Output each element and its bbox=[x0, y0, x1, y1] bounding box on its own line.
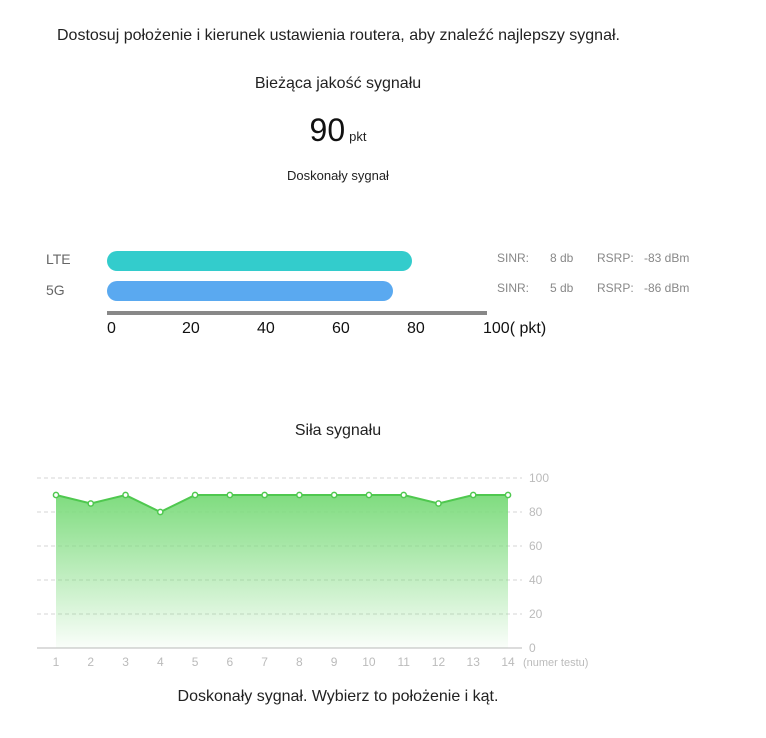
x-tick-label: 5 bbox=[192, 655, 199, 669]
lte-signal-bar bbox=[107, 251, 412, 271]
lte-sinr-label: SINR: bbox=[497, 251, 530, 265]
5g-rsrp-label: RSRP: bbox=[597, 281, 634, 295]
y-tick-label: 20 bbox=[529, 607, 543, 621]
y-tick-label: 0 bbox=[529, 641, 536, 655]
x-tick-label: 11 bbox=[397, 655, 410, 669]
signal-data-point bbox=[226, 491, 234, 499]
signal-area-fill bbox=[56, 495, 508, 648]
5g-signal-bar bbox=[107, 281, 393, 301]
bar-axis-line bbox=[107, 311, 487, 315]
signal-data-point bbox=[469, 491, 477, 499]
signal-data-point bbox=[191, 491, 199, 499]
signal-data-point bbox=[330, 491, 338, 499]
x-axis-label: (numer testu) bbox=[523, 657, 588, 669]
x-tick-label: 4 bbox=[157, 655, 164, 669]
signal-data-point bbox=[52, 491, 60, 499]
signal-score-value: 90 bbox=[309, 112, 346, 148]
x-tick-label: 6 bbox=[227, 655, 234, 669]
5g-rsrp-value: -86 dBm bbox=[644, 281, 690, 295]
x-tick-label: 8 bbox=[296, 655, 303, 669]
signal-score: 90 pkt bbox=[0, 112, 676, 149]
signal-data-point bbox=[156, 508, 164, 516]
instruction-text: Dostosuj położenie i kierunek ustawienia… bbox=[57, 27, 620, 44]
5g-sinr-value: 5 db bbox=[550, 281, 574, 295]
bar-label-lte: LTE bbox=[46, 251, 71, 267]
x-tick-label: 9 bbox=[331, 655, 338, 669]
signal-data-point bbox=[87, 500, 95, 507]
x-tick-label: 10 bbox=[362, 655, 376, 669]
signal-data-point bbox=[296, 491, 303, 499]
x-tick-label: 13 bbox=[467, 655, 481, 669]
lte-sinr-value: 8 db bbox=[550, 251, 574, 265]
bar-axis-tick: 80 bbox=[407, 320, 425, 337]
bar-axis-tick: 0 bbox=[107, 320, 116, 337]
y-tick-label: 40 bbox=[529, 573, 543, 587]
signal-data-point bbox=[435, 500, 442, 507]
bar-axis-tick-last: 100( pkt) bbox=[483, 320, 547, 337]
x-tick-label: 7 bbox=[261, 655, 268, 669]
signal-data-point bbox=[261, 491, 268, 499]
bar-axis-tick: 40 bbox=[257, 320, 275, 337]
y-tick-label: 60 bbox=[529, 539, 543, 553]
x-tick-label: 12 bbox=[432, 655, 446, 669]
signal-strength-chart: 0204060801001 2 3 4 5 6 7 8 9 10 11 12 13 14 (numer te… bbox=[37, 471, 588, 669]
x-tick-label: 2 bbox=[87, 655, 94, 669]
signal-quality-title: Bieżąca jakość sygnału bbox=[254, 75, 422, 92]
signal-data-point bbox=[504, 491, 512, 499]
signal-score-unit: pkt bbox=[349, 129, 367, 144]
signal-data-point bbox=[400, 491, 408, 499]
bar-axis-tick: 60 bbox=[332, 320, 350, 337]
x-tick-label: 14 bbox=[501, 655, 515, 669]
signal-strength-chart-title: Siła sygnału bbox=[294, 422, 382, 439]
lte-rsrp-value: -83 dBm bbox=[644, 251, 690, 265]
signal-status-text: Doskonały sygnał bbox=[287, 168, 389, 183]
5g-sinr-label: SINR: bbox=[497, 281, 530, 295]
bar-label-5g: 5G bbox=[46, 282, 65, 298]
signal-data-point bbox=[365, 491, 373, 499]
signal-data-point bbox=[122, 491, 129, 499]
x-tick-label: 3 bbox=[122, 655, 129, 669]
result-message: Doskonały sygnał. Wybierz to położenie i… bbox=[177, 688, 499, 705]
x-tick-label: 1 bbox=[53, 655, 60, 669]
y-tick-label: 80 bbox=[529, 505, 543, 519]
y-tick-label: 100 bbox=[529, 471, 549, 485]
bar-axis-tick: 20 bbox=[182, 320, 200, 337]
lte-rsrp-label: RSRP: bbox=[597, 251, 634, 265]
